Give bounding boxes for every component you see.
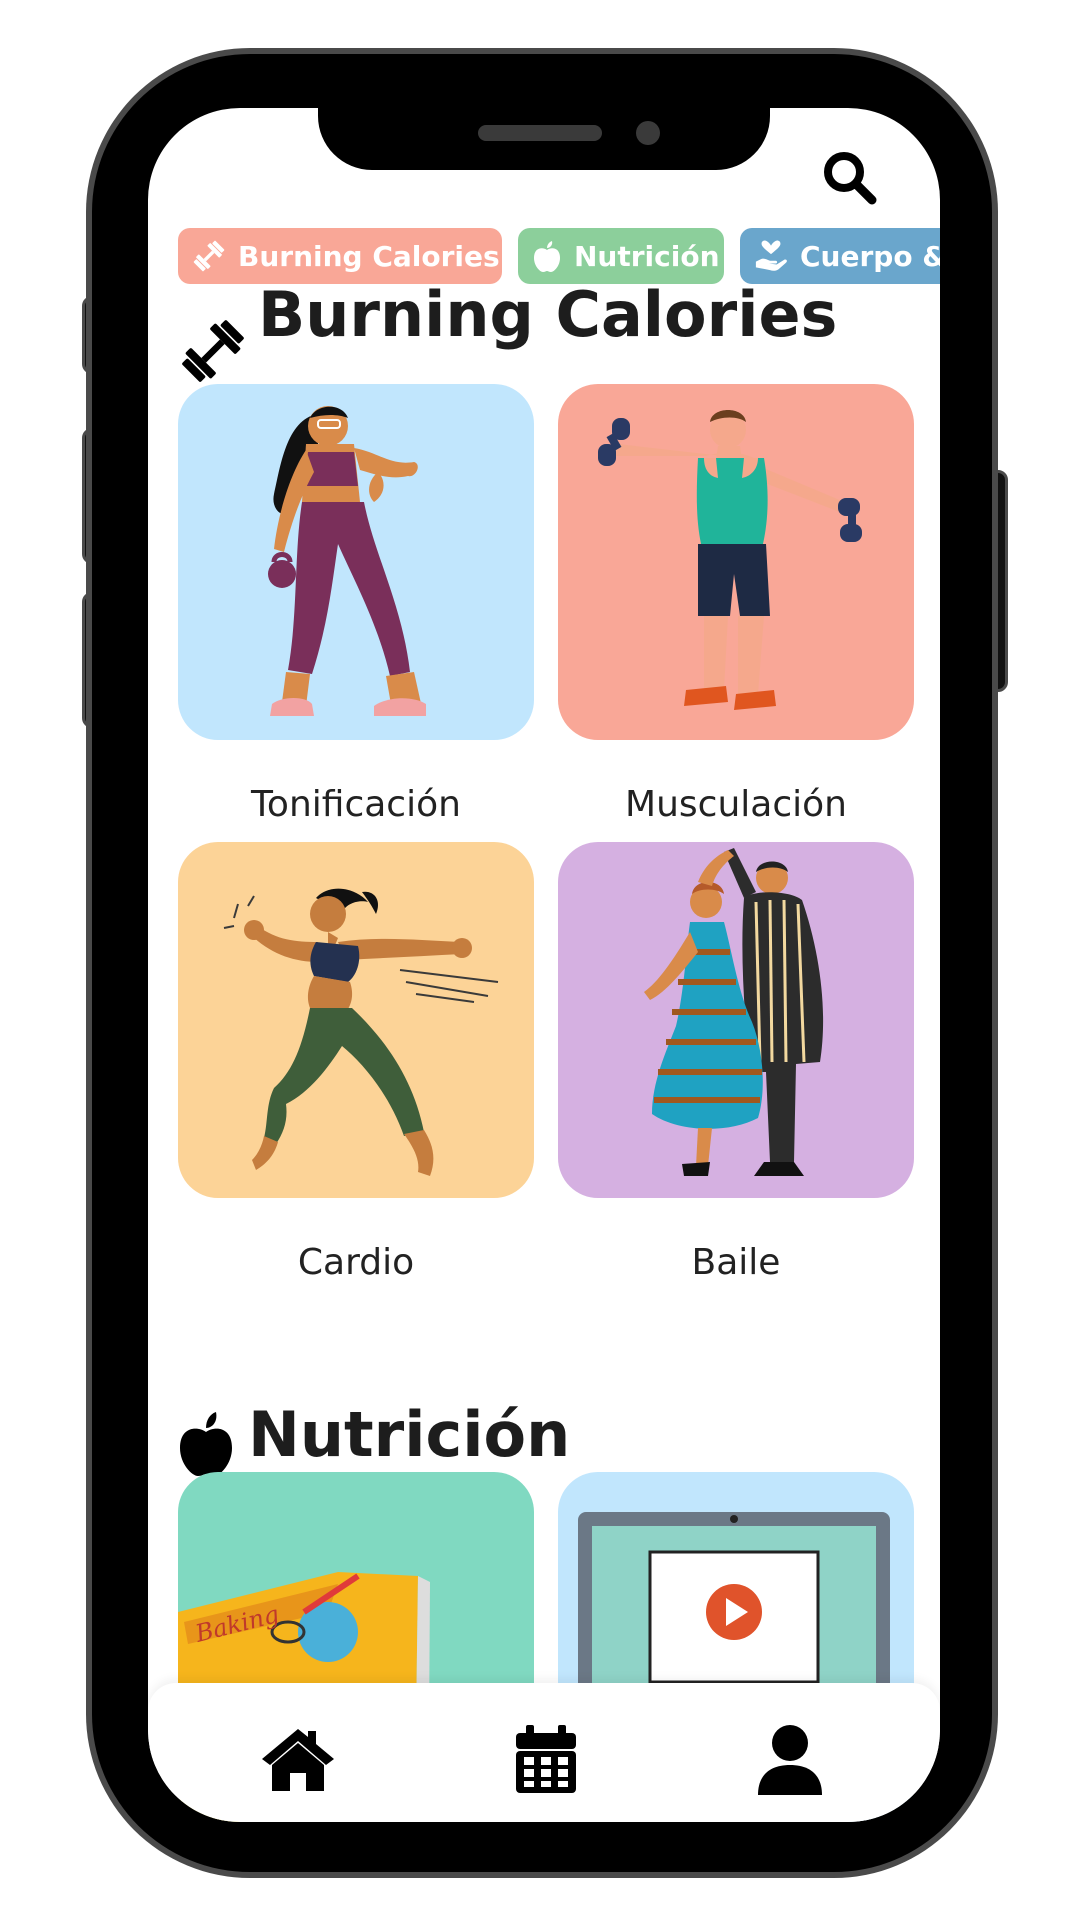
section-title-nutricion: Nutrición xyxy=(248,1398,571,1471)
woman-kettlebell-illustration xyxy=(268,406,426,716)
card-tonificacion[interactable] xyxy=(178,384,534,740)
home-icon xyxy=(262,1729,334,1791)
user-icon xyxy=(758,1725,822,1795)
search-icon xyxy=(824,152,877,205)
card-label-tonificacion: Tonificación xyxy=(251,784,461,825)
chip-label: Burning Calories xyxy=(238,239,500,273)
speaker-grille xyxy=(478,125,602,141)
calendar-icon xyxy=(516,1725,576,1793)
card-label-cardio: Cardio xyxy=(297,1242,415,1283)
dumbbell-icon xyxy=(193,240,225,272)
card-label-musculacion: Musculación xyxy=(625,784,847,825)
chip-label: Cuerpo & xyxy=(800,239,940,273)
card-label-baile: Baile xyxy=(691,1242,781,1283)
card-musculacion[interactable] xyxy=(558,384,914,740)
chip-label: Nutrición xyxy=(574,239,720,273)
woman-running-illustration xyxy=(223,888,499,1176)
nav-home-button[interactable] xyxy=(258,1719,338,1799)
chip-cuerpo[interactable]: Cuerpo & xyxy=(740,228,940,284)
card-cardio[interactable] xyxy=(178,842,534,1198)
search-button[interactable] xyxy=(818,146,882,210)
apple-icon xyxy=(534,241,560,272)
card-baile[interactable] xyxy=(558,842,914,1198)
chip-nutricion[interactable]: Nutrición xyxy=(518,228,724,284)
nav-calendar-button[interactable] xyxy=(506,1719,586,1799)
dumbbell-icon xyxy=(182,320,244,382)
chip-burning-calories[interactable]: Burning Calories xyxy=(178,228,502,284)
nav-profile-button[interactable] xyxy=(750,1719,830,1799)
front-camera xyxy=(636,121,660,145)
phone-mockup: Burning Calories Nutrición Cuerpo & Burn… xyxy=(0,0,1080,1920)
phone-notch xyxy=(318,108,770,170)
bottom-nav xyxy=(148,1683,940,1822)
man-dumbbells-illustration xyxy=(598,410,862,710)
apple-icon xyxy=(180,1412,232,1476)
section-title-burning-calories: Burning Calories xyxy=(258,278,838,351)
couple-dancing-illustration xyxy=(644,848,824,1176)
hand-heart-icon xyxy=(755,240,787,271)
app-screen: Burning Calories Nutrición Cuerpo & Burn… xyxy=(148,108,940,1822)
